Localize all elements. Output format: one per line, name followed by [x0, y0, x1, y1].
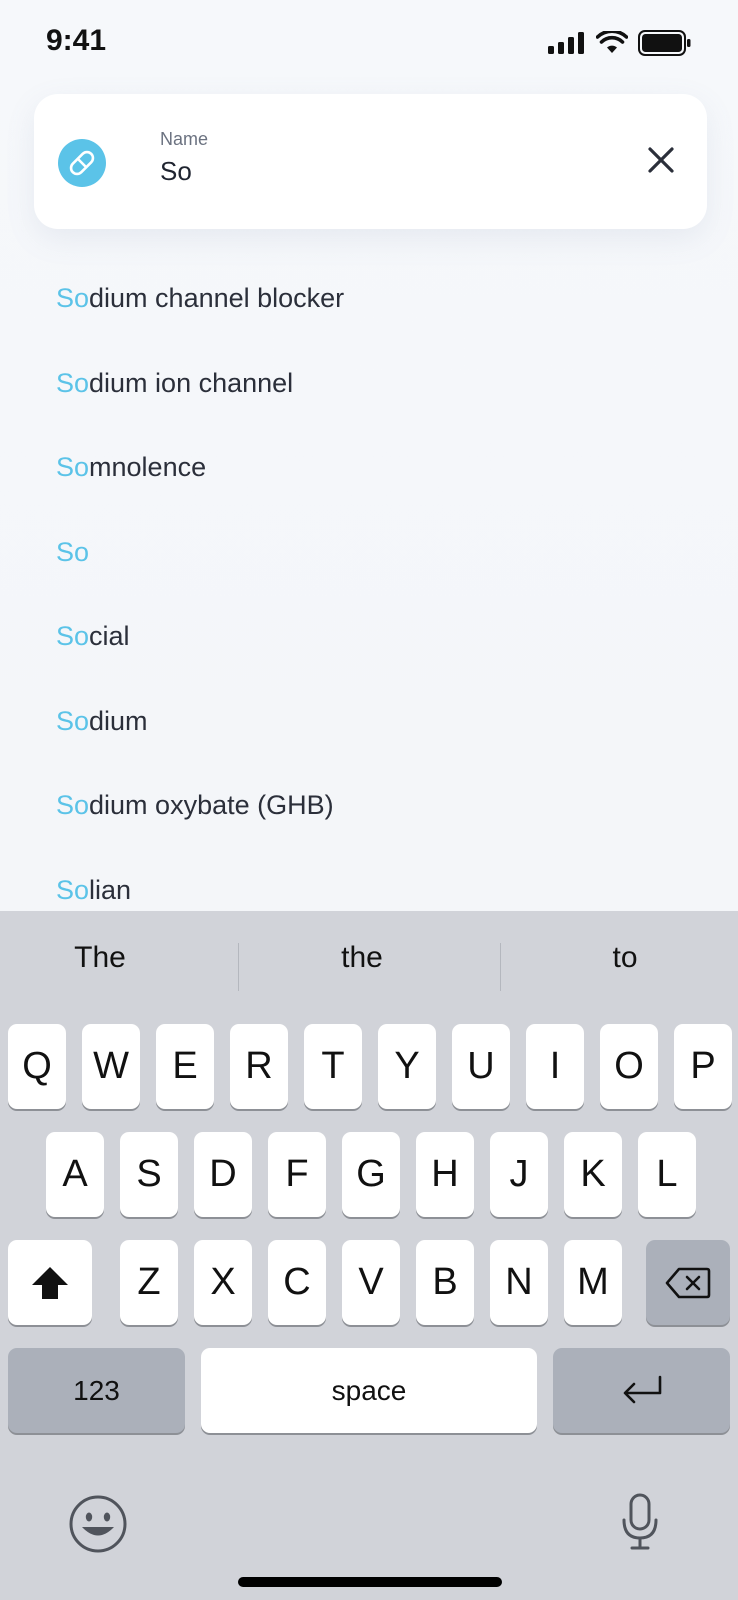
close-icon	[648, 147, 674, 173]
key-c[interactable]: C	[268, 1240, 326, 1325]
backspace-key[interactable]	[646, 1240, 730, 1325]
key-z[interactable]: Z	[120, 1240, 178, 1325]
battery-icon	[638, 30, 691, 56]
prediction-1[interactable]: The	[0, 941, 220, 975]
suggestion-item[interactable]: So dium channel blocker	[56, 283, 696, 368]
key-y[interactable]: Y	[378, 1024, 436, 1109]
key-f[interactable]: F	[268, 1132, 326, 1217]
dictation-button[interactable]	[620, 1492, 660, 1557]
suggestion-rest: cial	[89, 621, 130, 651]
suggestion-item[interactable]: So dium	[56, 706, 696, 791]
status-time: 9:41	[46, 24, 107, 57]
key-k[interactable]: K	[564, 1132, 622, 1217]
key-r[interactable]: R	[230, 1024, 288, 1109]
prediction-2[interactable]: the	[242, 941, 482, 975]
suggestion-rest: mnolence	[89, 452, 207, 482]
keyboard: The the to Q W E R T Y U I O P A S D F G…	[0, 911, 738, 1600]
key-j[interactable]: J	[490, 1132, 548, 1217]
return-icon	[623, 1375, 661, 1403]
key-v[interactable]: V	[342, 1240, 400, 1325]
suggestion-list: So dium channel blocker So dium ion channe…	[56, 283, 696, 959]
suggestion-match: So	[56, 874, 90, 905]
status-icons	[548, 30, 692, 56]
clear-button[interactable]	[635, 134, 687, 186]
prediction-divider	[238, 943, 239, 991]
suggestion-rest: dium channel blocker	[89, 283, 345, 313]
key-g[interactable]: G	[342, 1132, 400, 1217]
microphone-icon	[622, 1493, 658, 1550]
key-u[interactable]: U	[452, 1024, 510, 1109]
key-l[interactable]: L	[638, 1132, 696, 1217]
cellular-signal-icon	[548, 32, 584, 54]
key-d[interactable]: D	[194, 1132, 252, 1217]
shift-key[interactable]	[8, 1240, 92, 1325]
prediction-bar: The the to	[0, 911, 738, 1011]
key-o[interactable]: O	[600, 1024, 658, 1109]
key-w[interactable]: W	[82, 1024, 140, 1109]
key-b[interactable]: B	[416, 1240, 474, 1325]
field-label: Name	[160, 129, 209, 149]
prediction-divider	[500, 943, 501, 991]
medication-name-field[interactable]: Name So	[34, 94, 707, 229]
emoji-button[interactable]	[68, 1494, 128, 1559]
prediction-3[interactable]: to	[505, 941, 738, 975]
suggestion-match: So	[56, 367, 90, 398]
key-p[interactable]: P	[674, 1024, 732, 1109]
key-a[interactable]: A	[46, 1132, 104, 1217]
emoji-icon	[69, 1495, 127, 1553]
key-x[interactable]: X	[194, 1240, 252, 1325]
key-s[interactable]: S	[120, 1132, 178, 1217]
shift-arrow-icon	[32, 1266, 68, 1299]
key-n[interactable]: N	[490, 1240, 548, 1325]
suggestion-rest: dium oxybate (GHB)	[89, 790, 334, 820]
suggestion-rest: lian	[89, 874, 132, 905]
suggestion-match: So	[56, 452, 90, 482]
suggestion-match: So	[56, 536, 90, 567]
suggestion-rest: dium ion channel	[89, 367, 294, 398]
key-q[interactable]: Q	[8, 1024, 66, 1109]
wifi-icon	[596, 31, 628, 53]
suggestion-match: So	[56, 705, 90, 736]
search-input[interactable]: So	[160, 156, 192, 187]
backspace-icon	[665, 1267, 711, 1298]
status-bar: 9:41	[0, 0, 738, 86]
return-key[interactable]	[553, 1348, 730, 1433]
home-indicator[interactable]	[238, 1577, 502, 1587]
suggestion-item[interactable]: So cial	[56, 621, 696, 706]
suggestion-item[interactable]: So dium ion channel	[56, 368, 696, 453]
suggestion-item[interactable]: So mnolence	[56, 452, 696, 537]
suggestion-match: So	[56, 621, 90, 651]
pill-badge	[58, 139, 106, 187]
suggestion-match: So	[56, 790, 90, 820]
suggestion-rest: dium	[89, 705, 148, 736]
key-h[interactable]: H	[416, 1132, 474, 1217]
key-t[interactable]: T	[304, 1024, 362, 1109]
key-e[interactable]: E	[156, 1024, 214, 1109]
space-key[interactable]: space	[201, 1348, 537, 1433]
suggestion-item[interactable]: So dium oxybate (GHB)	[56, 790, 696, 875]
pill-icon	[69, 150, 95, 176]
suggestion-item[interactable]: So	[56, 537, 696, 622]
key-i[interactable]: I	[526, 1024, 584, 1109]
suggestion-match: So	[56, 283, 90, 313]
numbers-key[interactable]: 123	[8, 1348, 185, 1433]
key-m[interactable]: M	[564, 1240, 622, 1325]
